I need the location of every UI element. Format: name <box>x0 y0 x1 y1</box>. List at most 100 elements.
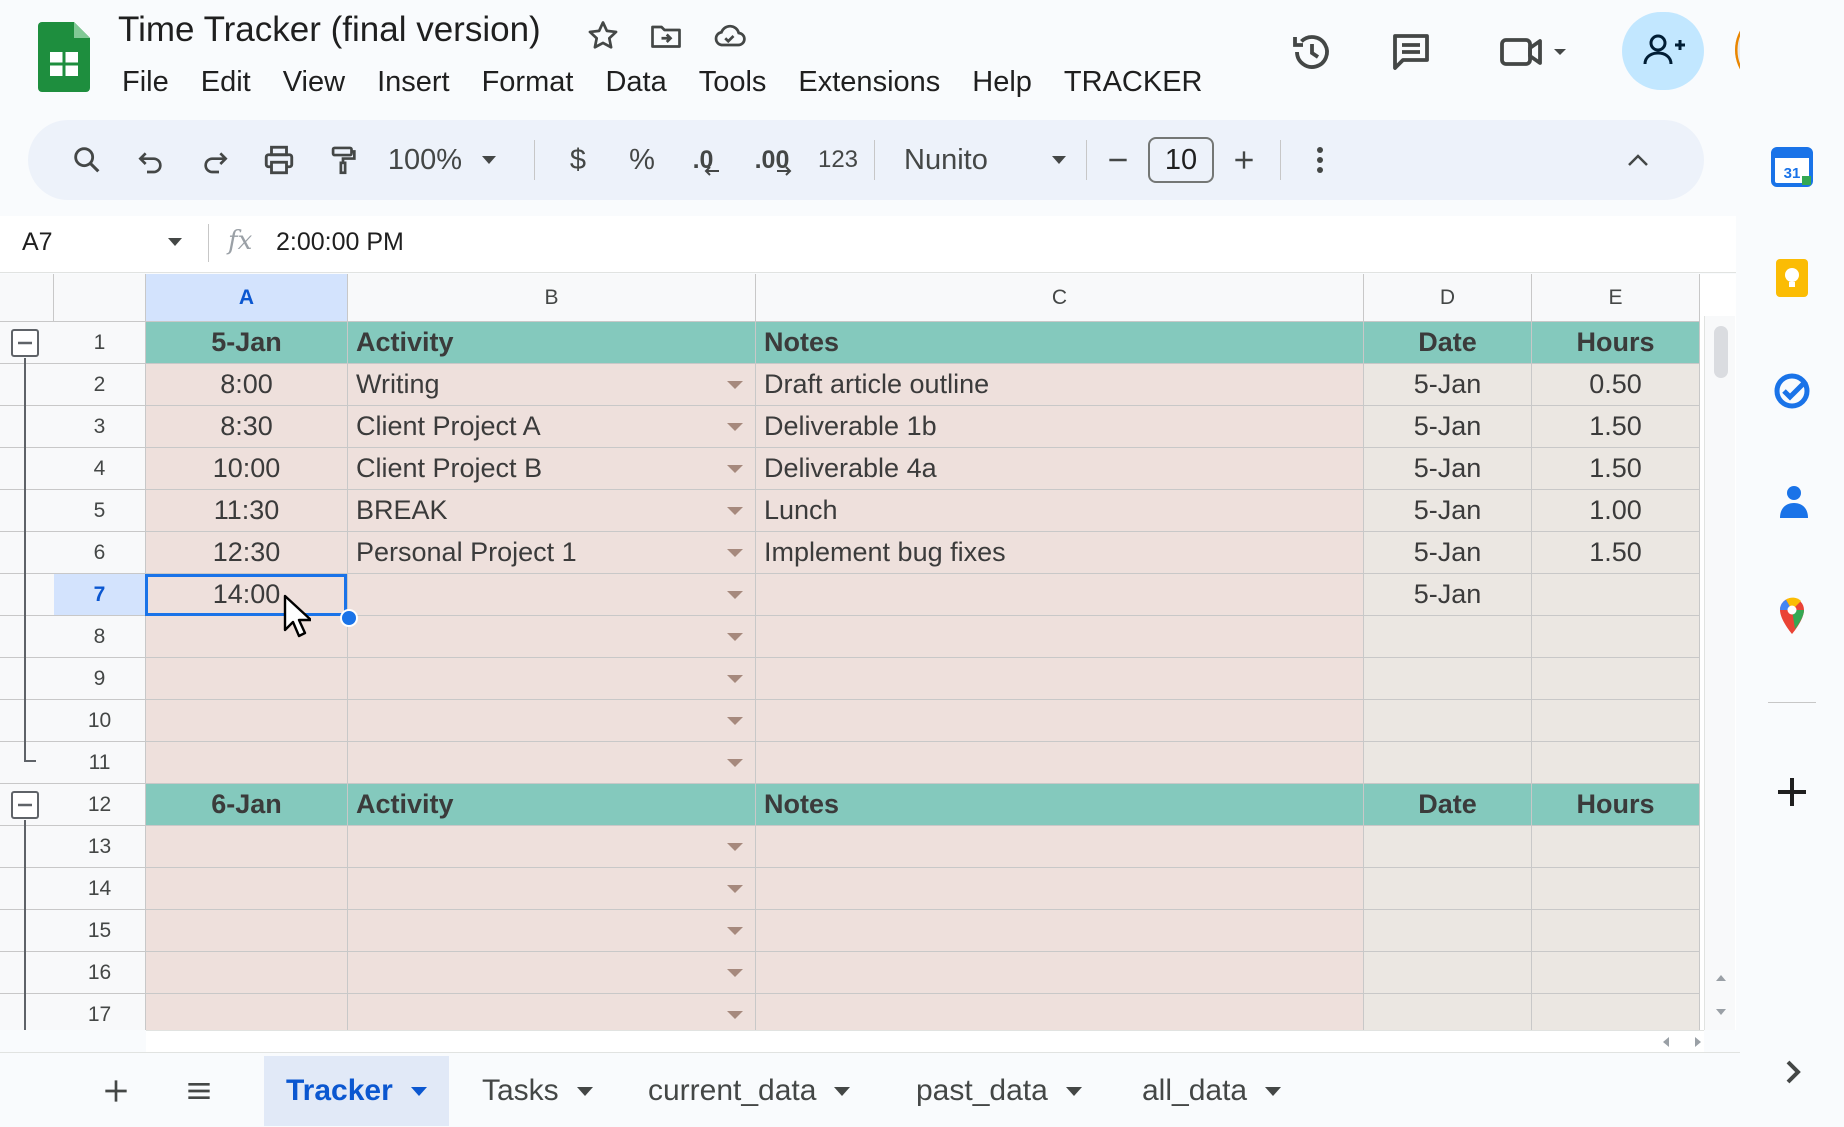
print-icon[interactable] <box>254 120 304 200</box>
comments-icon[interactable] <box>1387 28 1435 76</box>
keep-icon[interactable] <box>1768 254 1816 302</box>
row-header[interactable]: 1 <box>54 322 146 364</box>
dropdown-chip-icon[interactable] <box>727 842 743 851</box>
currency-format-button[interactable]: $ <box>556 120 600 200</box>
cell-d9[interactable] <box>1364 658 1532 700</box>
decrease-decimal-button[interactable]: .0 <box>680 120 734 200</box>
font-dropdown-icon[interactable] <box>1044 120 1074 200</box>
row-header[interactable]: 2 <box>54 364 146 406</box>
cell-d17[interactable] <box>1364 994 1532 1030</box>
cell-b9[interactable] <box>348 658 756 700</box>
dropdown-chip-icon[interactable] <box>727 632 743 641</box>
dropdown-chip-icon[interactable] <box>727 464 743 473</box>
horizontal-scrollbar[interactable] <box>146 1030 1704 1053</box>
tab-menu-icon[interactable] <box>834 1086 851 1096</box>
cell-e2[interactable]: 0.50 <box>1532 364 1700 406</box>
menu-file[interactable]: File <box>106 62 185 102</box>
cell-b13[interactable] <box>348 826 756 868</box>
cell-e8[interactable] <box>1532 616 1700 658</box>
cell-c11[interactable] <box>756 742 1364 784</box>
cloud-saved-icon[interactable] <box>711 18 747 54</box>
name-box-dropdown-icon[interactable] <box>166 236 184 248</box>
increase-font-size-icon[interactable] <box>1224 120 1264 200</box>
undo-icon[interactable] <box>126 120 176 200</box>
cell-d11[interactable] <box>1364 742 1532 784</box>
dropdown-chip-icon[interactable] <box>727 758 743 767</box>
cell-b5[interactable]: BREAK <box>348 490 756 532</box>
cell-a2[interactable]: 8:00 <box>146 364 348 406</box>
cell-e9[interactable] <box>1532 658 1700 700</box>
vertical-scrollbar[interactable] <box>1704 316 1735 1030</box>
cell-a10[interactable] <box>146 700 348 742</box>
contacts-icon[interactable] <box>1768 478 1816 526</box>
cell-e16[interactable] <box>1532 952 1700 994</box>
more-formats-button[interactable]: 123 <box>808 120 868 200</box>
menu-tracker[interactable]: TRACKER <box>1048 62 1219 102</box>
tab-menu-icon[interactable] <box>1265 1086 1282 1096</box>
expand-side-panel-icon[interactable] <box>1768 1048 1816 1096</box>
cell-e3[interactable]: 1.50 <box>1532 406 1700 448</box>
cell-d3[interactable]: 5-Jan <box>1364 406 1532 448</box>
cell-e10[interactable] <box>1532 700 1700 742</box>
scroll-up-icon[interactable] <box>1714 972 1728 984</box>
row-header[interactable]: 13 <box>54 826 146 868</box>
cell-c14[interactable] <box>756 868 1364 910</box>
dropdown-chip-icon[interactable] <box>727 380 743 389</box>
cell-a9[interactable] <box>146 658 348 700</box>
cell-b10[interactable] <box>348 700 756 742</box>
cell-b12[interactable]: Activity <box>348 784 756 826</box>
tab-menu-icon[interactable] <box>1065 1086 1082 1096</box>
cell-d10[interactable] <box>1364 700 1532 742</box>
cell-c2[interactable]: Draft article outline <box>756 364 1364 406</box>
dropdown-chip-icon[interactable] <box>727 926 743 935</box>
cell-d1[interactable]: Date <box>1364 322 1532 364</box>
tab-current-data[interactable]: current_data <box>626 1056 872 1126</box>
cell-e7[interactable] <box>1532 574 1700 616</box>
cell-b7[interactable] <box>348 574 756 616</box>
spreadsheet-grid[interactable]: A B C D E 1 5-Jan Activity Notes Date Hours 2 8:00 Wr… <box>0 274 1736 1030</box>
cell-a4[interactable]: 10:00 <box>146 448 348 490</box>
cell-d15[interactable] <box>1364 910 1532 952</box>
scroll-down-icon[interactable] <box>1714 1006 1728 1018</box>
column-header-d[interactable]: D <box>1364 274 1532 322</box>
percent-format-button[interactable]: % <box>620 120 664 200</box>
cell-e11[interactable] <box>1532 742 1700 784</box>
font-size-input[interactable]: 10 <box>1148 137 1214 183</box>
tab-past-data[interactable]: past_data <box>894 1056 1104 1126</box>
sheets-logo-icon[interactable] <box>38 22 90 92</box>
formula-input[interactable]: 2:00:00 PM <box>276 228 404 257</box>
move-folder-icon[interactable] <box>648 18 684 54</box>
row-header[interactable]: 6 <box>54 532 146 574</box>
menu-help[interactable]: Help <box>956 62 1048 102</box>
column-header-b[interactable]: B <box>348 274 756 322</box>
dropdown-chip-icon[interactable] <box>727 422 743 431</box>
row-header[interactable]: 10 <box>54 700 146 742</box>
row-header[interactable]: 5 <box>54 490 146 532</box>
calendar-icon[interactable]: 31 <box>1768 142 1816 190</box>
cell-a8[interactable] <box>146 616 348 658</box>
meet-icon[interactable] <box>1496 28 1576 76</box>
zoom-select[interactable]: 100% <box>386 120 464 200</box>
cell-a13[interactable] <box>146 826 348 868</box>
dropdown-chip-icon[interactable] <box>727 968 743 977</box>
column-header-e[interactable]: E <box>1532 274 1700 322</box>
cell-a11[interactable] <box>146 742 348 784</box>
cell-a15[interactable] <box>146 910 348 952</box>
column-header-c[interactable]: C <box>756 274 1364 322</box>
dropdown-chip-icon[interactable] <box>727 1010 743 1019</box>
cell-d8[interactable] <box>1364 616 1532 658</box>
menu-view[interactable]: View <box>267 62 361 102</box>
cell-a14[interactable] <box>146 868 348 910</box>
row-header[interactable]: 17 <box>54 994 146 1030</box>
collapse-menus-icon[interactable] <box>1618 120 1658 200</box>
row-group-collapse-icon[interactable] <box>10 328 40 358</box>
redo-icon[interactable] <box>190 120 240 200</box>
cell-a5[interactable]: 11:30 <box>146 490 348 532</box>
search-menus-icon[interactable] <box>62 120 112 200</box>
cell-b8[interactable] <box>348 616 756 658</box>
menu-edit[interactable]: Edit <box>185 62 267 102</box>
row-header[interactable]: 8 <box>54 616 146 658</box>
row-header[interactable]: 11 <box>54 742 146 784</box>
column-header-a[interactable]: A <box>146 274 348 322</box>
cell-c10[interactable] <box>756 700 1364 742</box>
